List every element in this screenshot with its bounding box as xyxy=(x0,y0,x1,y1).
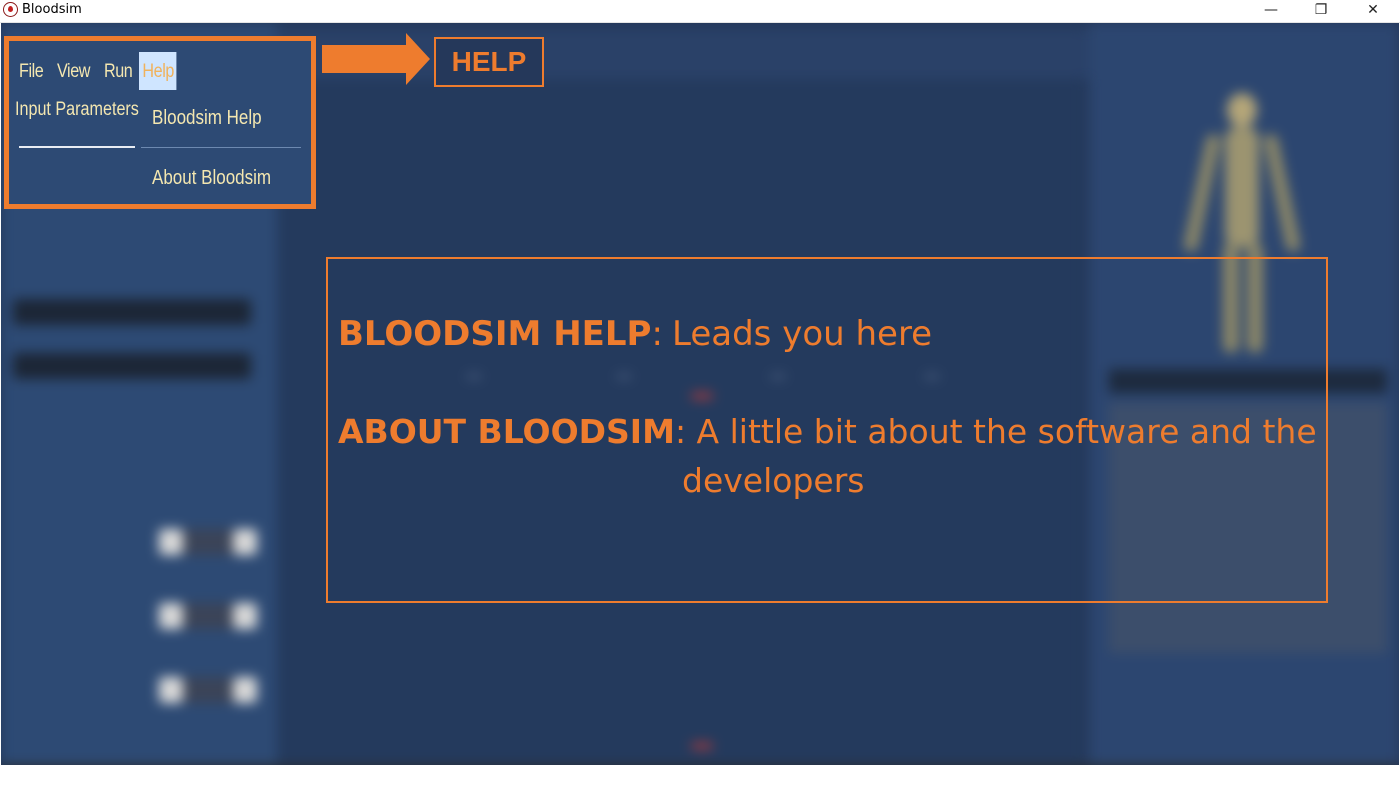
tab-underline xyxy=(19,146,135,148)
about-description: A little bit about the software and the xyxy=(686,412,1317,451)
menu-run[interactable]: Run xyxy=(104,52,133,90)
menu-item-about-bloodsim[interactable]: About Bloodsim xyxy=(152,167,271,190)
help-info-line: BLOODSIM HELP: Leads you here xyxy=(338,314,932,354)
chart-marker xyxy=(691,743,713,749)
left-action-button xyxy=(13,353,251,379)
callout-arrow-icon xyxy=(322,45,408,73)
help-heading: BLOODSIM HELP xyxy=(338,314,652,354)
about-heading: ABOUT BLOODSIM xyxy=(338,412,675,451)
help-separator: : xyxy=(651,314,663,354)
menu-file[interactable]: File xyxy=(19,52,44,90)
menu-view[interactable]: View xyxy=(57,52,90,90)
title-bar: Bloodsim — ❐ ✕ xyxy=(0,0,1400,23)
menu-help[interactable]: Help xyxy=(139,52,177,90)
menu-highlight-box: File View Run Help Input Parameters Bloo… xyxy=(4,36,316,209)
minimize-button[interactable]: — xyxy=(1248,0,1294,22)
help-info-box: BLOODSIM HELP: Leads you here ABOUT BLOO… xyxy=(326,257,1328,603)
menu-separator xyxy=(141,147,301,148)
restore-button[interactable]: ❐ xyxy=(1298,0,1344,22)
callout-arrowhead-icon xyxy=(406,33,430,85)
about-separator: : xyxy=(674,412,687,451)
menu-item-bloodsim-help[interactable]: Bloodsim Help xyxy=(152,107,262,130)
input-parameters-tab[interactable]: Input Parameters xyxy=(15,99,139,121)
window-title: Bloodsim xyxy=(22,2,82,17)
about-info-line: ABOUT BLOODSIM: A little bit about the s… xyxy=(338,412,1317,451)
bloodsim-logo-icon xyxy=(3,2,18,17)
close-button[interactable]: ✕ xyxy=(1350,0,1396,22)
left-toggle xyxy=(159,603,257,629)
left-toggle xyxy=(159,677,257,703)
left-toggle xyxy=(159,529,257,555)
help-description: Leads you here xyxy=(672,314,933,354)
about-description-continued: developers xyxy=(682,461,865,500)
left-action-button xyxy=(13,299,251,325)
help-callout-label: HELP xyxy=(434,37,544,87)
